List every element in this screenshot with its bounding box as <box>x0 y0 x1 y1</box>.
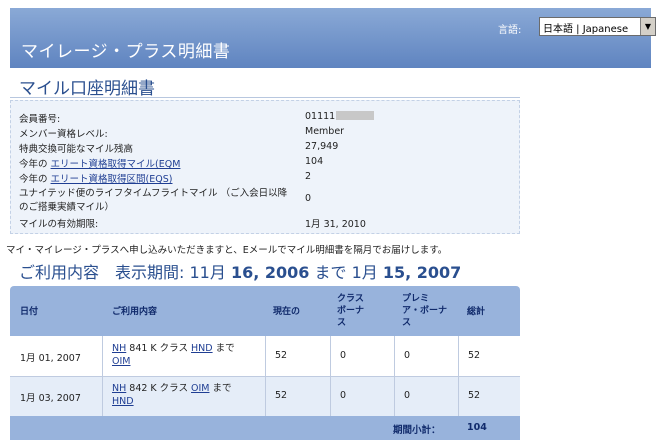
column-divider <box>102 376 103 416</box>
destination-link[interactable]: HND <box>112 396 134 407</box>
statement-notice: マイ・マイレージ・プラスへ申し込みいただきますと、Eメールでマイル明細書を隔月で… <box>6 245 448 256</box>
lifetime-miles-value: 0 <box>305 193 312 204</box>
activity-table: 日付 ご利用内容 現在の クラス ボーナス プレミ ア・ボーナス 総計 1月 01,… <box>10 286 520 440</box>
account-summary: 会員番号: 01111 メンバー資格レベル: Member 特典交換可能なマイル… <box>10 100 520 234</box>
chevron-down-icon[interactable]: ▼ <box>640 18 655 35</box>
page-banner: マイレージ・プラス明細書 言語: 日本語 | Japanese ▼ <box>10 8 656 68</box>
row-premier-bonus: 0 <box>404 390 411 401</box>
destination-link[interactable]: OIM <box>112 356 130 367</box>
header-current: 現在の <box>273 307 301 317</box>
header-activity: ご利用内容 <box>112 307 158 317</box>
header-date: 日付 <box>20 307 39 317</box>
column-divider <box>265 336 266 376</box>
table-footer: 期間小計： 104 <box>10 416 520 440</box>
member-number-label: 会員番号: <box>19 114 61 125</box>
eqs-value: 2 <box>305 171 312 182</box>
row-date: 1月 03, 2007 <box>20 393 81 404</box>
account-statement-title: マイル口座明細書 <box>19 79 155 99</box>
member-number-value: 01111 <box>305 111 375 122</box>
eqm-value: 104 <box>305 156 324 167</box>
page-title: マイレージ・プラス明細書 <box>21 42 231 62</box>
table-row: 1月 01, 2007 NH 841 K クラス HND まで OIM 52 0 … <box>10 336 520 376</box>
award-miles-label: 特典交換可能なマイル残高 <box>19 144 134 155</box>
origin-link[interactable]: OIM <box>191 383 209 394</box>
title-divider <box>10 97 520 98</box>
expiration-value: 1月 31, 2010 <box>305 219 366 230</box>
membership-level-value: Member <box>305 126 345 137</box>
lifetime-miles-label: ユナイテッド便のライフタイムフライトマイル （ご入会日以降 のご搭乗実績マイル） <box>19 188 288 213</box>
row-class-bonus: 0 <box>340 350 347 361</box>
eqm-link[interactable]: エリート資格取得マイル(EQM <box>51 159 181 170</box>
column-divider <box>330 336 331 376</box>
origin-link[interactable]: HND <box>191 343 213 354</box>
eqs-link[interactable]: エリート資格取得区間(EQS) <box>51 174 173 185</box>
expiration-label: マイルの有効期限: <box>19 219 99 230</box>
row-date: 1月 01, 2007 <box>20 353 81 364</box>
row-current-miles: 52 <box>275 350 288 361</box>
row-current-miles: 52 <box>275 390 288 401</box>
column-divider <box>394 376 395 416</box>
language-select-value: 日本語 | Japanese <box>543 24 629 35</box>
column-divider <box>458 376 459 416</box>
redacted-block <box>336 111 375 120</box>
header-class-bonus: クラス ボーナス <box>337 294 365 328</box>
header-total: 総計 <box>467 307 486 317</box>
column-divider <box>102 336 103 376</box>
period-subtotal-label: 期間小計： <box>393 425 441 436</box>
column-divider <box>458 336 459 376</box>
period-subtotal-value: 104 <box>467 422 487 433</box>
table-header: 日付 ご利用内容 現在の クラス ボーナス プレミ ア・ボーナス 総計 <box>10 286 520 336</box>
row-activity: NH 841 K クラス HND まで OIM <box>112 343 235 367</box>
table-row: 1月 03, 2007 NH 842 K クラス OIM まで HND 52 0 … <box>10 376 520 416</box>
activity-period-title: ご利用内容 表示期間: 11月 16, 2006 まで 1月 15, 2007 <box>19 263 462 282</box>
column-divider <box>265 376 266 416</box>
language-label: 言語: <box>498 25 522 36</box>
language-select[interactable]: 日本語 | Japanese ▼ <box>539 17 656 36</box>
header-premier-bonus: プレミ ア・ボーナス <box>402 294 448 328</box>
row-class-bonus: 0 <box>340 390 347 401</box>
row-activity: NH 842 K クラス OIM まで HND <box>112 383 232 407</box>
carrier-link[interactable]: NH <box>112 383 126 394</box>
carrier-link[interactable]: NH <box>112 343 126 354</box>
column-divider <box>330 376 331 416</box>
row-total: 52 <box>468 390 481 401</box>
row-premier-bonus: 0 <box>404 350 411 361</box>
eqs-label: 今年の エリート資格取得区間(EQS) <box>19 174 173 185</box>
award-miles-value: 27,949 <box>305 141 339 152</box>
column-divider <box>394 336 395 376</box>
eqm-label: 今年の エリート資格取得マイル(EQM <box>19 159 181 170</box>
membership-level-label: メンバー資格レベル: <box>19 129 108 140</box>
row-total: 52 <box>468 350 481 361</box>
